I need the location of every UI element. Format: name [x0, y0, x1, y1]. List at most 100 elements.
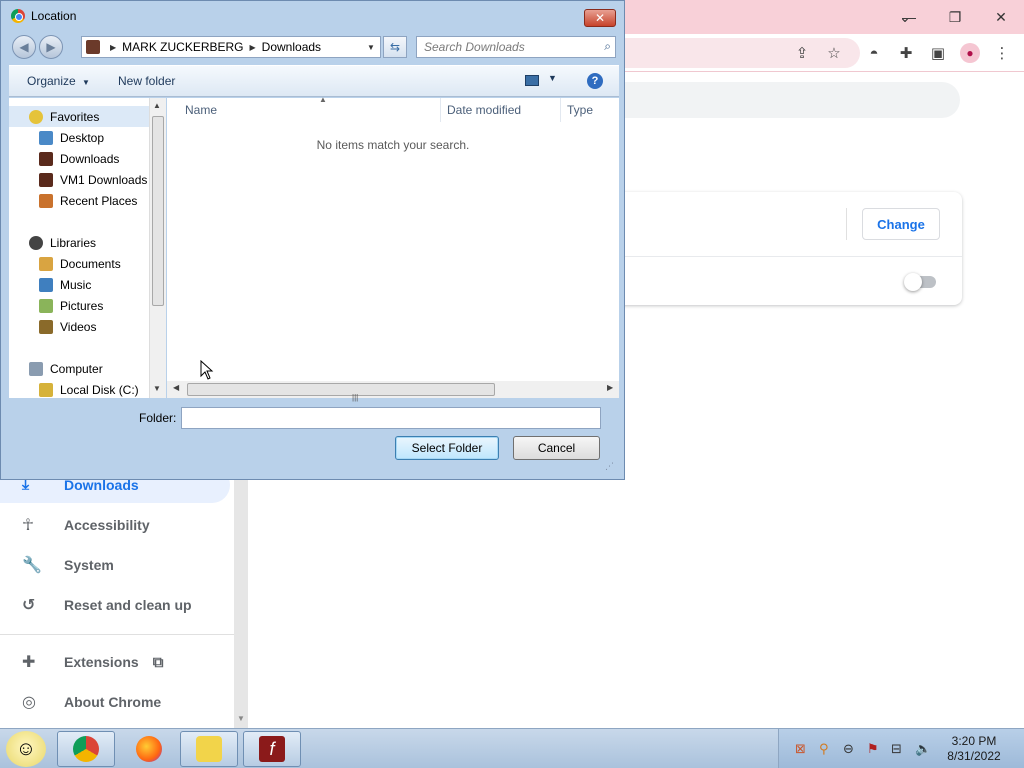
- sidebar-item-about-chrome[interactable]: ◎ About Chrome: [0, 684, 230, 720]
- firefox-icon: [136, 736, 162, 762]
- action-center-flag-icon[interactable]: ⚑: [867, 741, 879, 757]
- network-icon[interactable]: ⊟: [891, 741, 902, 757]
- select-folder-button[interactable]: Select Folder: [395, 436, 499, 460]
- chrome-menu-icon[interactable]: ⋮: [989, 40, 1015, 66]
- column-header-name[interactable]: Name ▲: [179, 95, 441, 122]
- puzzle-icon: ✚: [22, 654, 36, 671]
- sidebar-item-label: Reset and clean up: [64, 597, 192, 613]
- change-location-button[interactable]: Change: [862, 208, 940, 240]
- nav-item-pictures[interactable]: Pictures: [39, 295, 166, 316]
- nav-computer-header[interactable]: Computer: [29, 358, 166, 379]
- help-icon[interactable]: ?: [587, 73, 603, 89]
- search-icon[interactable]: ⌕: [604, 39, 611, 54]
- scrollbar-thumb[interactable]: [152, 116, 164, 306]
- profile-avatar[interactable]: ●: [957, 40, 983, 66]
- forward-button[interactable]: ▶: [39, 35, 63, 59]
- restore-button[interactable]: ❐: [932, 0, 978, 34]
- search-box[interactable]: ⌕: [416, 36, 616, 58]
- address-bar[interactable]: ▶ MARK ZUCKERBERG ▶ Downloads ▼: [81, 36, 381, 58]
- breadcrumb-current[interactable]: Downloads: [262, 40, 321, 54]
- view-mode-icon[interactable]: [525, 75, 539, 86]
- nav-label: Computer: [50, 361, 103, 376]
- dialog-title: Location: [31, 9, 77, 23]
- nav-item-recent-places[interactable]: Recent Places: [39, 190, 166, 211]
- start-button[interactable]: ☺: [6, 731, 46, 767]
- taskbar-chrome[interactable]: [57, 731, 115, 767]
- column-label: Date modified: [447, 103, 522, 117]
- nav-libraries-header[interactable]: Libraries: [29, 232, 166, 253]
- documents-icon: [39, 256, 53, 271]
- sidebar-item-label: Extensions: [64, 654, 139, 670]
- extensions-puzzle-icon[interactable]: ✚: [893, 40, 919, 66]
- scrollbar-thumb[interactable]: |||: [187, 383, 495, 402]
- sidebar-item-extensions[interactable]: ✚ Extensions ⧉: [0, 644, 230, 680]
- file-list-horizontal-scrollbar[interactable]: ◀ ||| ▶: [167, 381, 619, 402]
- dialog-close-button[interactable]: ✕: [584, 9, 616, 27]
- chrome-logo-icon: [11, 9, 25, 23]
- music-icon: [39, 277, 53, 292]
- nav-item-downloads[interactable]: Downloads: [39, 148, 166, 169]
- downloads-folder-icon: [39, 172, 53, 187]
- view-dropdown-icon[interactable]: ▼: [548, 73, 557, 83]
- cancel-button[interactable]: Cancel: [513, 436, 600, 460]
- downloads-folder-icon: [39, 151, 53, 166]
- nav-item-vm1-downloads[interactable]: VM1 Downloads: [39, 169, 166, 190]
- explorer-icon: [196, 736, 222, 762]
- nav-item-local-disk[interactable]: Local Disk (C:): [39, 379, 166, 398]
- organize-button[interactable]: Organize ▼: [27, 74, 90, 88]
- nav-item-documents[interactable]: Documents: [39, 253, 166, 274]
- sidebar-item-accessibility[interactable]: ☥ Accessibility: [0, 507, 230, 543]
- navigation-pane: Favorites Desktop Downloads VM1 Download…: [9, 98, 166, 398]
- search-input[interactable]: [417, 37, 595, 57]
- wrench-icon: 🔧: [22, 557, 42, 574]
- refresh-button[interactable]: ⇆: [383, 36, 407, 58]
- tray-search-icon[interactable]: ⚲: [819, 741, 829, 757]
- scroll-down-arrow-icon[interactable]: ▼: [153, 384, 161, 393]
- scroll-left-arrow-icon[interactable]: ◀: [173, 383, 179, 392]
- breadcrumb-root[interactable]: MARK ZUCKERBERG: [122, 40, 243, 54]
- folder-name-input[interactable]: [181, 407, 601, 429]
- disk-drive-icon: [39, 382, 53, 397]
- taskbar-flash[interactable]: f: [243, 731, 301, 767]
- taskbar-firefox[interactable]: [120, 731, 178, 767]
- tray-app-icon[interactable]: ⊠: [795, 741, 806, 757]
- nav-favorites-header[interactable]: Favorites: [9, 106, 149, 127]
- scroll-down-arrow-icon[interactable]: ▼: [234, 712, 248, 726]
- taskbar-explorer[interactable]: [180, 731, 238, 767]
- accessibility-icon: ☥: [22, 517, 34, 534]
- new-folder-button[interactable]: New folder: [118, 74, 175, 88]
- address-dropdown-icon[interactable]: ▼: [364, 39, 378, 55]
- location-dialog: Location ✕ ◀ ▶ ▶ MARK ZUCKERBERG ▶ Downl…: [0, 0, 625, 480]
- sidebar-item-reset[interactable]: ↺ Reset and clean up: [0, 587, 230, 623]
- volume-icon[interactable]: 🔈: [915, 741, 931, 757]
- card-separator: [846, 208, 847, 240]
- minimize-button[interactable]: —: [886, 0, 932, 34]
- sidebar-scrollbar[interactable]: [234, 470, 248, 728]
- scroll-up-arrow-icon[interactable]: ▲: [153, 101, 161, 110]
- tray-status-icon[interactable]: ⊖: [843, 741, 854, 757]
- back-button[interactable]: ◀: [12, 35, 36, 59]
- nav-pane-scrollbar[interactable]: ▲ ▼: [149, 98, 166, 398]
- sidebar-divider: [0, 634, 234, 635]
- scroll-right-arrow-icon[interactable]: ▶: [607, 383, 613, 392]
- chrome-window-controls: — ❐ ✕: [886, 0, 1024, 34]
- extension-flag-icon[interactable]: ◓: [861, 40, 887, 66]
- column-header-date-modified[interactable]: Date modified: [441, 98, 561, 122]
- ask-where-to-save-toggle[interactable]: [904, 273, 940, 291]
- nav-label: VM1 Downloads: [60, 172, 148, 187]
- column-label: Name: [185, 103, 218, 117]
- bookmark-star-icon[interactable]: ☆: [821, 40, 847, 66]
- nav-item-desktop[interactable]: Desktop: [39, 127, 166, 148]
- nav-item-music[interactable]: Music: [39, 274, 166, 295]
- side-panel-icon[interactable]: ▣: [925, 40, 951, 66]
- resize-grip-icon[interactable]: ⋰: [605, 461, 614, 472]
- column-header-type[interactable]: Type: [561, 98, 619, 122]
- sidebar-item-label: System: [64, 557, 114, 573]
- close-window-button[interactable]: ✕: [978, 0, 1024, 34]
- sidebar-item-system[interactable]: 🔧 System: [0, 547, 230, 583]
- sort-ascending-icon: ▲: [319, 95, 327, 104]
- taskbar-clock[interactable]: 3:20 PM 8/31/2022: [942, 734, 1006, 764]
- sidebar-item-label: Accessibility: [64, 517, 150, 533]
- share-icon[interactable]: ⇪: [789, 40, 815, 66]
- nav-item-videos[interactable]: Videos: [39, 316, 166, 337]
